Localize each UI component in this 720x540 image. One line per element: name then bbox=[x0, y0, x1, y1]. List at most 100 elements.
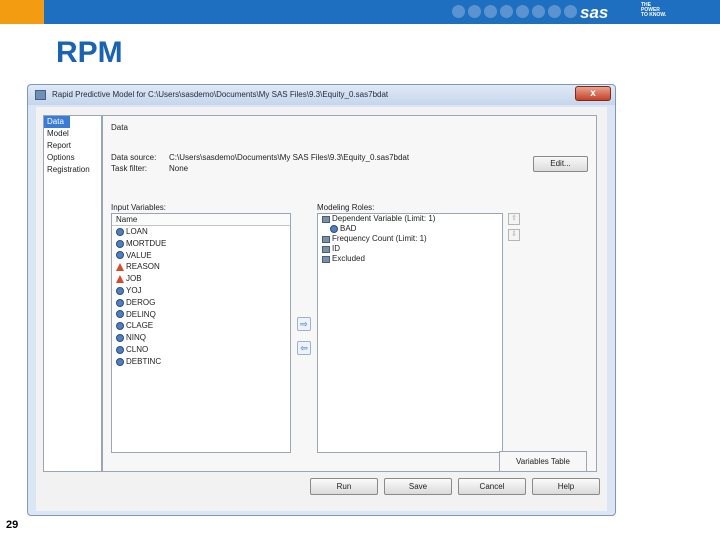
close-button[interactable]: x bbox=[575, 86, 611, 101]
dot bbox=[452, 5, 465, 18]
role-label: Excluded bbox=[332, 254, 365, 263]
list-item[interactable]: MORTDUE bbox=[112, 238, 290, 250]
modeling-roles-tree[interactable]: Dependent Variable (Limit: 1) BAD Freque… bbox=[317, 213, 503, 453]
numeric-variable-icon bbox=[116, 298, 124, 307]
task-filter-value: None bbox=[169, 164, 189, 173]
move-left-button[interactable]: ⇦ bbox=[297, 341, 311, 355]
role-item[interactable]: ID bbox=[318, 244, 502, 254]
numeric-variable-icon bbox=[116, 334, 124, 343]
dot bbox=[564, 5, 577, 18]
variable-name: NINQ bbox=[126, 333, 146, 343]
slide-number: 29 bbox=[6, 519, 19, 531]
variable-name: DEROG bbox=[126, 297, 156, 307]
window-title: Rapid Predictive Model for C:\Users\sasd… bbox=[52, 90, 389, 99]
variable-name: YOJ bbox=[126, 285, 142, 295]
task-filter-label: Task filter: bbox=[111, 164, 148, 173]
role-label: Frequency Count (Limit: 1) bbox=[332, 234, 427, 243]
variable-name: LOAN bbox=[126, 227, 148, 236]
input-variables-label: Input Variables: bbox=[111, 203, 166, 212]
list-item[interactable]: REASON bbox=[112, 261, 290, 273]
data-source-value: C:\Users\sasdemo\Documents\My SAS Files\… bbox=[169, 153, 410, 162]
role-folder-icon bbox=[322, 245, 330, 253]
numeric-variable-icon bbox=[116, 357, 124, 366]
numeric-variable-icon bbox=[116, 310, 124, 319]
variable-name: CLNO bbox=[126, 344, 149, 354]
nav-item-options[interactable]: Options bbox=[44, 152, 101, 164]
list-item[interactable]: DELINQ bbox=[112, 309, 290, 321]
tagline-line: TO KNOW. bbox=[641, 12, 667, 18]
variable-name: VALUE bbox=[126, 250, 152, 260]
data-panel: Data Data source: C:\Users\sasdemo\Docum… bbox=[102, 115, 597, 472]
save-button[interactable]: Save bbox=[384, 478, 452, 495]
role-folder-icon bbox=[322, 235, 330, 243]
variable-name: DEBTINC bbox=[126, 356, 162, 366]
list-item[interactable]: LOAN bbox=[112, 226, 290, 238]
nav-item-registration[interactable]: Registration bbox=[44, 164, 101, 176]
window-title-bar[interactable]: Rapid Predictive Model for C:\Users\sasd… bbox=[28, 85, 615, 105]
numeric-variable-icon bbox=[116, 322, 124, 331]
move-up-button[interactable]: ⇧ bbox=[508, 213, 520, 225]
role-folder-icon bbox=[322, 255, 330, 263]
slide-title: RPM bbox=[56, 36, 123, 69]
dot bbox=[468, 5, 481, 18]
window-app-icon bbox=[35, 90, 46, 100]
list-item[interactable]: CLNO bbox=[112, 344, 290, 356]
list-item[interactable]: CLAGE bbox=[112, 320, 290, 332]
nav-item-model[interactable]: Model bbox=[44, 128, 101, 140]
numeric-variable-icon bbox=[116, 345, 124, 354]
data-source-label: Data source: bbox=[111, 153, 157, 162]
variable-name: JOB bbox=[126, 274, 142, 284]
nav-list: Data Model Report Options Registration bbox=[43, 115, 102, 472]
cancel-button[interactable]: Cancel bbox=[458, 478, 526, 495]
character-variable-icon bbox=[116, 263, 124, 272]
move-down-button[interactable]: ⇩ bbox=[508, 229, 520, 241]
list-item[interactable]: DEBTINC bbox=[112, 356, 290, 368]
role-label: Dependent Variable (Limit: 1) bbox=[332, 214, 436, 223]
accent-block bbox=[0, 0, 44, 24]
list-item[interactable]: VALUE bbox=[112, 250, 290, 262]
dot bbox=[548, 5, 561, 18]
role-item[interactable]: Dependent Variable (Limit: 1) bbox=[318, 214, 502, 224]
numeric-variable-icon bbox=[116, 251, 124, 260]
sas-tagline: THE POWER TO KNOW. bbox=[641, 3, 666, 18]
numeric-variable-icon bbox=[116, 227, 124, 236]
character-variable-icon bbox=[116, 275, 124, 284]
variable-name: CLAGE bbox=[126, 321, 154, 331]
numeric-variable-icon bbox=[116, 286, 124, 295]
rpm-window: Rapid Predictive Model for C:\Users\sasd… bbox=[27, 84, 616, 516]
input-variables-list[interactable]: Name LOAN MORTDUE VALUE REASON JOB YOJ D… bbox=[111, 213, 291, 453]
variable-name: DELINQ bbox=[126, 309, 156, 319]
help-button[interactable]: Help bbox=[532, 478, 600, 495]
sas-logo: sas bbox=[580, 3, 609, 22]
role-label: ID bbox=[332, 244, 340, 253]
dot bbox=[484, 5, 497, 18]
nav-item-report[interactable]: Report bbox=[44, 140, 101, 152]
list-item[interactable]: JOB bbox=[112, 273, 290, 285]
run-button[interactable]: Run bbox=[310, 478, 378, 495]
variable-name: REASON bbox=[126, 262, 160, 272]
decorative-dots bbox=[452, 5, 577, 18]
numeric-variable-icon bbox=[330, 225, 338, 233]
dot bbox=[516, 5, 529, 18]
name-column-header[interactable]: Name bbox=[112, 214, 290, 226]
modeling-roles-label: Modeling Roles: bbox=[317, 203, 375, 212]
window-client-area: Data Model Report Options Registration D… bbox=[36, 107, 607, 511]
panel-heading: Data bbox=[111, 123, 128, 132]
role-label: BAD bbox=[340, 224, 357, 233]
role-item[interactable]: Excluded bbox=[318, 254, 502, 264]
list-item[interactable]: NINQ bbox=[112, 332, 290, 344]
move-right-button[interactable]: ⇨ bbox=[297, 317, 311, 331]
slide-header-band bbox=[0, 0, 720, 24]
tab-variables-table[interactable]: Variables Table bbox=[499, 451, 587, 471]
role-item[interactable]: BAD bbox=[318, 224, 502, 234]
list-item[interactable]: YOJ bbox=[112, 285, 290, 297]
role-item[interactable]: Frequency Count (Limit: 1) bbox=[318, 234, 502, 244]
dot bbox=[500, 5, 513, 18]
variable-name: MORTDUE bbox=[126, 238, 167, 248]
list-item[interactable]: DEROG bbox=[112, 297, 290, 309]
edit-button[interactable]: Edit... bbox=[533, 156, 588, 172]
role-folder-icon bbox=[322, 215, 330, 223]
dot bbox=[532, 5, 545, 18]
nav-item-data[interactable]: Data bbox=[44, 116, 70, 128]
numeric-variable-icon bbox=[116, 239, 124, 248]
